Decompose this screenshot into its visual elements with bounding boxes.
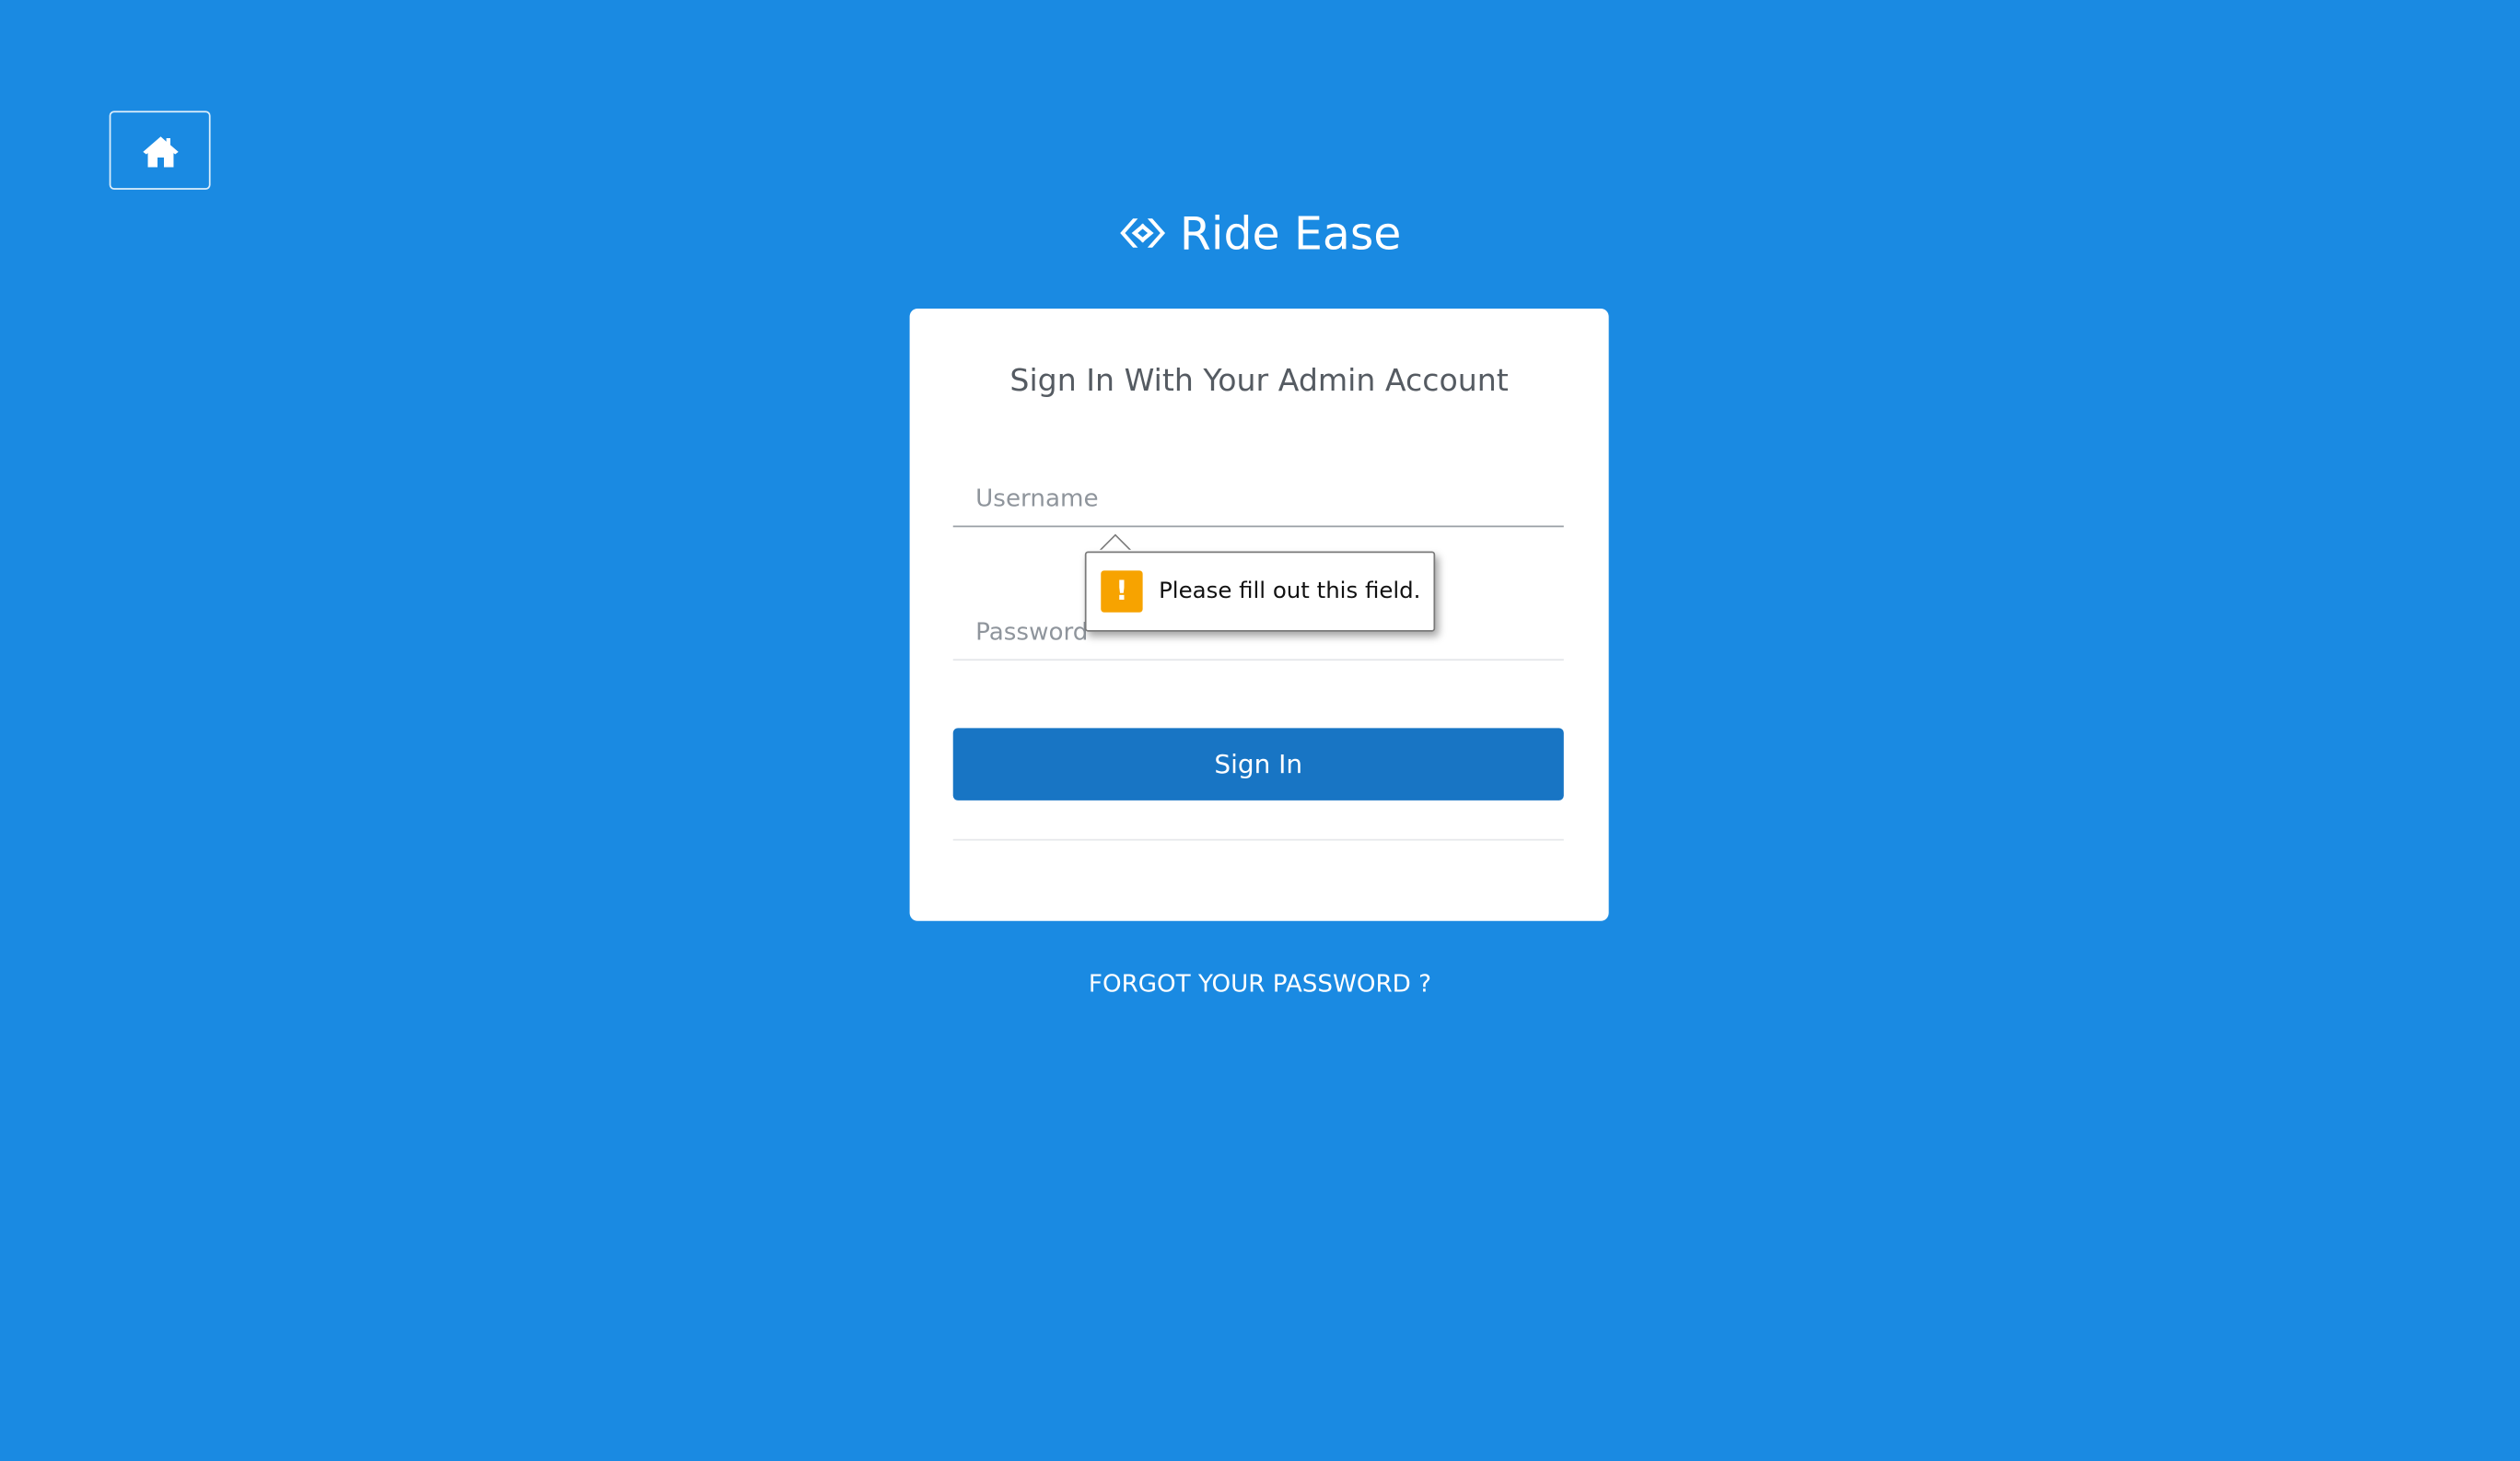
brand-name: Ride Ease	[1179, 206, 1402, 260]
warning-icon: !	[1101, 570, 1143, 613]
username-input[interactable]	[952, 469, 1564, 528]
ride-ease-logo-icon	[1120, 218, 1166, 248]
login-page: Ride Ease Sign In With Your Admin Accoun…	[0, 0, 2520, 1461]
forgot-password-link[interactable]: FORGOT YOUR PASSWORD ?	[0, 969, 2520, 998]
validation-message: Please fill out this field.	[1159, 579, 1421, 605]
card-divider	[952, 838, 1564, 841]
validation-tooltip: ! Please fill out this field.	[1084, 551, 1436, 632]
home-icon	[142, 135, 178, 167]
brand-header: Ride Ease	[0, 199, 2520, 266]
login-card-title: Sign In With Your Admin Account	[1009, 363, 1509, 399]
home-button[interactable]	[109, 111, 211, 190]
sign-in-button[interactable]: Sign In	[952, 728, 1564, 801]
